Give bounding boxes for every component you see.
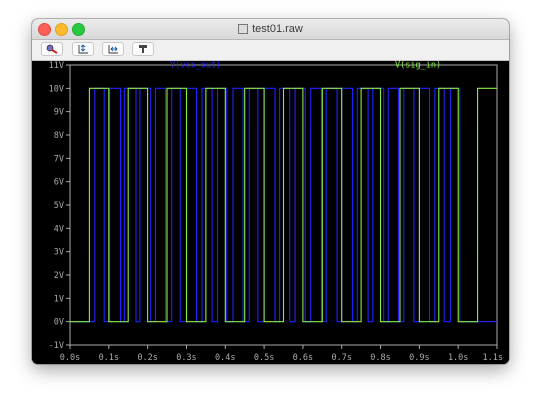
document-icon — [238, 24, 249, 34]
y-tick-label: 0V — [54, 318, 64, 328]
waveform-plot[interactable]: -1V 0V 1V 2V 3V 4V 5V 6V 7V 8V 9V 10V 11V 0.0s 0.1s 0.… — [32, 61, 509, 364]
window-title: test01.raw — [252, 23, 303, 35]
x-tick-label: 0.5s — [254, 353, 274, 363]
y-tick-label: 2V — [54, 271, 64, 281]
y-tick-label: -1V — [49, 341, 64, 351]
probe-icon — [139, 45, 147, 53]
y-tick-label: 3V — [54, 248, 64, 258]
plot-background — [32, 61, 509, 364]
x-tick-label: 0.0s — [60, 353, 80, 363]
x-tick-label: 0.8s — [370, 353, 390, 363]
autorange-y-icon — [78, 44, 88, 54]
y-tick-label: 11V — [49, 61, 64, 71]
autorange-y-button[interactable] — [72, 42, 94, 56]
x-tick-label: 0.2s — [137, 353, 157, 363]
x-tick-label: 0.7s — [331, 353, 351, 363]
legend-sig-in[interactable]: V(sig_in) — [395, 61, 441, 71]
x-tick-label: 0.4s — [215, 353, 235, 363]
x-tick-label: 0.3s — [176, 353, 196, 363]
title-bar[interactable]: test01.raw — [32, 19, 509, 40]
x-tick-label: 1.0s — [448, 353, 468, 363]
autorange-x-icon — [108, 45, 118, 54]
y-tick-label: 4V — [54, 224, 64, 234]
y-tick-label: 8V — [54, 131, 64, 141]
y-tick-label: 1V — [54, 294, 64, 304]
autorange-x-button[interactable] — [102, 42, 124, 56]
legend-vco-out[interactable]: V(vco_out) — [170, 61, 221, 71]
toolbar — [32, 40, 509, 61]
x-tick-label: 0.9s — [409, 353, 429, 363]
zoom-tool-icon — [46, 44, 58, 54]
y-tick-label: 9V — [54, 108, 64, 118]
waveform-window: test01.raw -1V 0V 1V 2V 3V 4V 5V 6V 7V 8… — [32, 19, 509, 364]
zoom-tool-button[interactable] — [41, 42, 63, 56]
probe-button[interactable] — [132, 42, 154, 56]
y-tick-label: 6V — [54, 178, 64, 188]
y-tick-label: 10V — [49, 84, 64, 94]
y-tick-label: 5V — [54, 201, 64, 211]
y-tick-label: 7V — [54, 154, 64, 164]
x-tick-label: 0.1s — [99, 353, 119, 363]
x-tick-label: 1.1s — [483, 353, 503, 363]
x-tick-label: 0.6s — [293, 353, 313, 363]
